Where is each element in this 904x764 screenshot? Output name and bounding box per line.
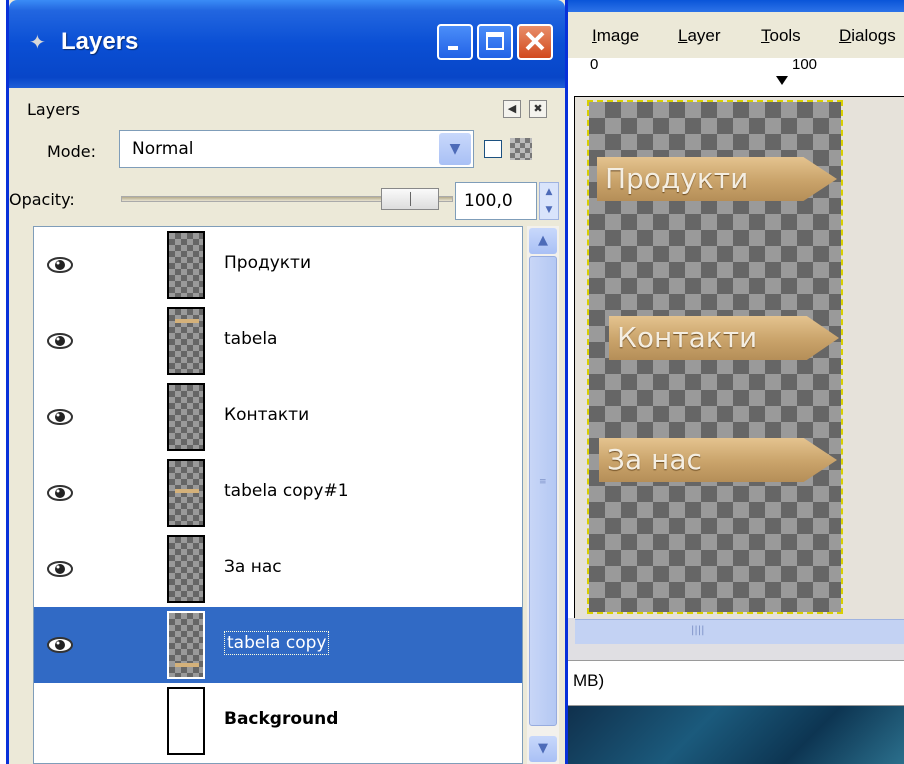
scroll-grip-icon: ≡ bbox=[539, 477, 547, 487]
menu-image[interactable]: Image bbox=[592, 26, 639, 46]
close-button[interactable] bbox=[517, 24, 553, 60]
layer-row[interactable]: tabela copy#1 bbox=[34, 455, 522, 531]
gimp-icon: ✦ bbox=[29, 30, 46, 54]
layer-name[interactable]: tabela bbox=[224, 329, 277, 349]
layer-thumbnail bbox=[167, 231, 205, 299]
eye-icon[interactable] bbox=[47, 407, 73, 427]
eye-icon[interactable] bbox=[47, 635, 73, 655]
eye-icon[interactable] bbox=[47, 711, 73, 731]
lock-alpha-checkbox[interactable] bbox=[484, 140, 502, 158]
canvas-sign-about: За нас bbox=[599, 438, 837, 482]
layers-scrollbar[interactable]: ▲ ≡ ▼ bbox=[527, 226, 559, 764]
layer-thumbnail bbox=[167, 459, 205, 527]
thumbnail-sign bbox=[175, 663, 199, 667]
image-window-titlebar bbox=[560, 0, 904, 12]
menu-layer[interactable]: Layer bbox=[678, 26, 721, 46]
opacity-slider-thumb[interactable] bbox=[381, 188, 439, 210]
status-text: MB) bbox=[573, 671, 605, 690]
mode-label: Mode: bbox=[47, 142, 96, 161]
layer-row[interactable]: Продукти bbox=[34, 227, 522, 303]
maximize-button[interactable] bbox=[477, 24, 513, 60]
layer-row[interactable]: За нас bbox=[34, 531, 522, 607]
mode-value: Normal bbox=[132, 139, 194, 159]
layer-thumbnail bbox=[167, 611, 205, 679]
scroll-down-icon[interactable]: ▼ bbox=[529, 736, 557, 762]
menu-tools[interactable]: Tools bbox=[761, 26, 801, 46]
minimize-button[interactable] bbox=[437, 24, 473, 60]
canvas-sign-contacts: Контакти bbox=[609, 316, 839, 360]
status-bar: MB) bbox=[560, 660, 904, 706]
tab-label: Layers bbox=[27, 100, 80, 119]
layer-name[interactable]: Контакти bbox=[224, 405, 309, 425]
menu-dialogs[interactable]: Dialogs bbox=[839, 26, 896, 46]
horizontal-ruler: 0 100 bbox=[574, 56, 904, 97]
thumbnail-sign bbox=[175, 489, 199, 493]
alpha-channel-icon bbox=[510, 138, 532, 160]
tab-menu-button[interactable]: ◀ bbox=[503, 100, 521, 118]
scroll-grip-icon: |||| bbox=[691, 625, 705, 636]
chevron-down-icon[interactable]: ▼ bbox=[439, 133, 471, 165]
layer-name[interactable]: За нас bbox=[224, 557, 282, 577]
opacity-label: Opacity: bbox=[9, 190, 75, 209]
horizontal-scrollbar[interactable]: |||| bbox=[575, 619, 904, 644]
eye-icon[interactable] bbox=[47, 559, 73, 579]
eye-icon[interactable] bbox=[47, 483, 73, 503]
close-icon bbox=[525, 31, 545, 51]
tab-menu-icon: ◀ bbox=[507, 102, 517, 115]
layer-row[interactable]: tabela copy bbox=[34, 607, 522, 683]
scroll-up-icon[interactable]: ▲ bbox=[529, 228, 557, 254]
ruler-pointer-icon bbox=[776, 76, 788, 85]
layer-name[interactable]: Продукти bbox=[224, 253, 311, 273]
opacity-spin-buttons[interactable]: ▲ ▼ bbox=[539, 182, 559, 220]
layer-thumbnail bbox=[167, 687, 205, 755]
ruler-label-0: 0 bbox=[590, 56, 599, 73]
canvas-sign-products: Продукти bbox=[597, 157, 837, 201]
dialog-title: Layers bbox=[61, 28, 139, 55]
layers-dialog: ✦ Layers Layers ◀ ✖ Mode: Normal ▼ Opaci… bbox=[6, 0, 568, 764]
layers-list[interactable]: Продукти tabela Контакти tabela copy#1 За на… bbox=[33, 226, 523, 764]
layer-thumbnail bbox=[167, 307, 205, 375]
thumbnail-sign bbox=[175, 319, 199, 323]
opacity-spinbox[interactable]: 100,0 bbox=[455, 182, 537, 220]
close-tab-icon: ✖ bbox=[533, 102, 543, 115]
image-window: Image Layer Tools Dialogs 0 100 Продукти… bbox=[560, 0, 904, 764]
layer-name[interactable]: Background bbox=[224, 709, 338, 729]
mode-select[interactable]: Normal ▼ bbox=[119, 130, 474, 168]
layer-row[interactable]: Контакти bbox=[34, 379, 522, 455]
canvas-area[interactable]: Продукти Контакти За нас bbox=[575, 97, 904, 619]
opacity-value: 100,0 bbox=[464, 191, 513, 211]
dialog-titlebar[interactable]: ✦ Layers bbox=[9, 0, 565, 88]
dialog-content: Layers ◀ ✖ Mode: Normal ▼ Opacity: 100,0… bbox=[9, 88, 565, 764]
ruler-label-100: 100 bbox=[792, 56, 818, 73]
minimize-icon bbox=[448, 46, 458, 50]
layer-name[interactable]: tabela copy#1 bbox=[224, 481, 349, 501]
eye-icon[interactable] bbox=[47, 255, 73, 275]
eye-icon[interactable] bbox=[47, 331, 73, 351]
layer-row[interactable]: Background bbox=[34, 683, 522, 759]
layer-row[interactable]: tabela bbox=[34, 303, 522, 379]
close-tab-button[interactable]: ✖ bbox=[529, 100, 547, 118]
image-menubar: Image Layer Tools Dialogs bbox=[560, 12, 904, 58]
layer-thumbnail bbox=[167, 535, 205, 603]
layer-name[interactable]: tabela copy bbox=[224, 631, 330, 655]
maximize-icon bbox=[486, 32, 504, 50]
image-canvas[interactable]: Продукти Контакти За нас bbox=[587, 100, 843, 614]
scroll-thumb[interactable]: ≡ bbox=[529, 256, 557, 726]
layer-thumbnail bbox=[167, 383, 205, 451]
desktop-background bbox=[560, 706, 904, 764]
